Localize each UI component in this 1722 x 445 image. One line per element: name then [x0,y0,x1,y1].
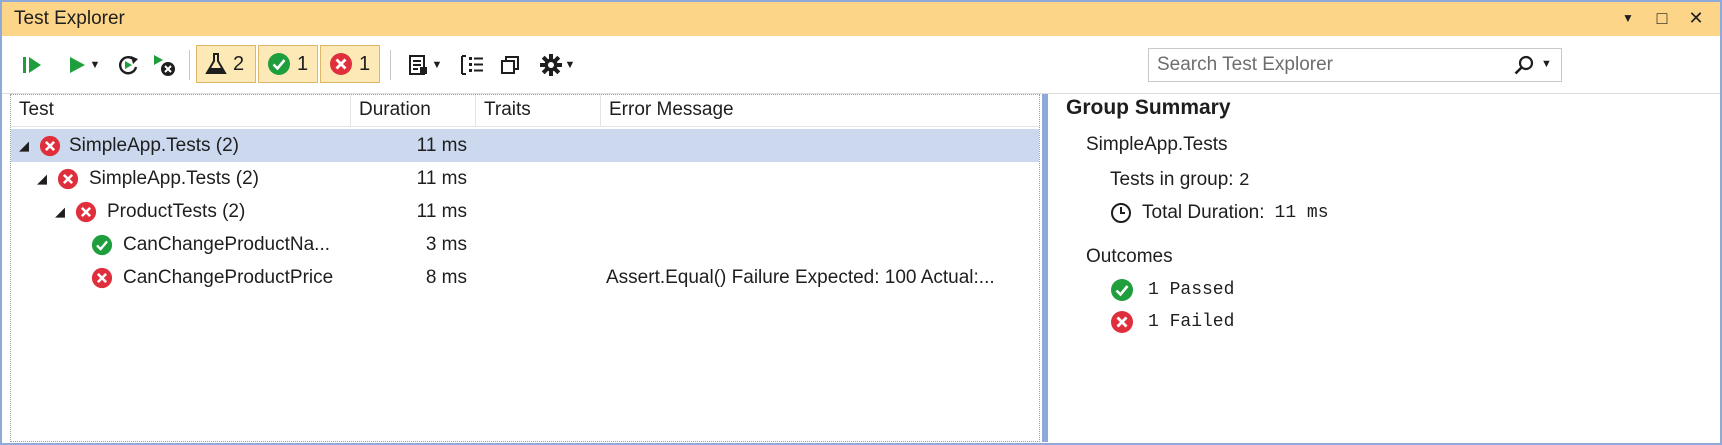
settings-button[interactable]: ▼ [532,49,582,81]
outcome-passed-label: 1 Passed [1148,280,1235,300]
copy-icon [501,56,519,74]
toolbar-separator [390,50,391,80]
test-duration: 11 ms [416,201,467,222]
test-traits [484,129,594,162]
outcome-failed-label: 1 Failed [1148,312,1235,332]
tree-row-class[interactable]: ◢ ProductTests (2) 11 ms [11,195,1039,228]
tests-in-group-label: Tests in group: [1110,169,1234,190]
summary-group-name: SimpleApp.Tests [1086,134,1228,155]
test-name: ProductTests (2) [107,201,246,222]
search-box: ▼ [1148,48,1562,82]
test-traits [484,261,594,294]
run-all-icon [23,57,41,73]
test-error-message [606,228,1036,261]
run-all-button[interactable] [18,49,46,81]
group-by-button[interactable] [458,49,486,81]
test-name: SimpleApp.Tests (2) [69,135,240,156]
search-input[interactable] [1149,49,1499,81]
tree-row-root[interactable]: ◢ SimpleApp.Tests (2) 11 ms [11,129,1039,162]
toolbar-separator [189,50,190,80]
filter-passed-button[interactable]: 1 [258,45,318,83]
run-failed-tests-button[interactable] [150,49,180,81]
filter-failed-count: 1 [359,52,371,75]
tree-row-namespace[interactable]: ◢ SimpleApp.Tests (2) 11 ms [11,162,1039,195]
check-icon [268,53,290,75]
hierarchy-icon [461,55,483,75]
failed-status-icon [91,267,113,289]
outcome-failed[interactable]: 1 Failed [1110,310,1234,334]
passed-status-icon [91,234,113,256]
test-error-message [606,129,1036,162]
filter-total-button[interactable]: 2 [196,45,256,83]
test-duration: 8 ms [425,267,467,288]
test-error-message: Assert.Equal() Failure Expected: 100 Act… [606,267,995,288]
failed-status-icon [75,201,97,223]
error-icon [330,53,352,75]
gear-icon [539,54,562,76]
test-list-grid: Test Duration Traits Error Message ◢ Sim… [10,94,1040,442]
tree-row-test[interactable]: CanChangeProductPrice 8 ms Assert.Equal(… [11,261,1039,294]
run-button[interactable]: ▼ [60,49,106,81]
summary-title: Group Summary [1066,96,1231,119]
copy-details-button[interactable] [496,49,524,81]
filter-failed-button[interactable]: 1 [320,45,380,83]
failed-status-icon [39,135,61,157]
clock-icon [1111,203,1131,223]
toolbar: ▼ 2 1 1 ▼ ▼ Search Test Explorer ▼ [2,36,1720,94]
title-bar[interactable]: Test Explorer ▼ □ ✕ [2,2,1720,36]
failed-status-icon [1111,311,1133,333]
filter-passed-count: 1 [297,52,309,75]
passed-status-icon [1111,279,1133,301]
column-header-test[interactable]: Test [11,95,351,127]
expanded-arrow-icon[interactable]: ◢ [19,129,29,162]
search-options-dropdown-icon[interactable]: ▼ [1541,58,1552,70]
window-controls: ▼ □ ✕ [1618,6,1706,30]
filter-total-count: 2 [233,52,245,75]
flask-icon [205,53,227,74]
failed-status-icon [57,168,79,190]
close-icon[interactable]: ✕ [1686,6,1706,30]
test-duration: 11 ms [416,135,467,156]
test-name: CanChangeProductPrice [123,267,334,288]
panel-splitter[interactable] [1042,94,1048,442]
tests-in-group-value: 2 [1238,171,1250,191]
test-error-message [606,195,1036,228]
window-title: Test Explorer [14,8,125,29]
expanded-arrow-icon[interactable]: ◢ [37,162,47,195]
test-duration: 3 ms [425,234,467,255]
test-explorer-window: Test Explorer ▼ □ ✕ ▼ 2 1 1 ▼ ▼ Search T… [0,0,1722,445]
column-header-duration[interactable]: Duration [351,95,476,127]
test-name: SimpleApp.Tests (2) [89,168,260,189]
total-duration: Total Duration: 11 ms [1110,202,1329,224]
total-duration-value: 11 ms [1274,203,1329,223]
tests-in-group: Tests in group: 2 [1110,169,1250,191]
expanded-arrow-icon[interactable]: ◢ [55,195,65,228]
test-traits [484,162,594,195]
window-dropdown-icon[interactable]: ▼ [1618,6,1638,30]
group-summary-panel: Group Summary SimpleApp.Tests Tests in g… [1050,94,1720,442]
playlist-icon [408,55,427,75]
test-traits [484,228,594,261]
outcome-passed[interactable]: 1 Passed [1110,278,1234,302]
search-icon[interactable] [1513,55,1535,77]
playlist-dropdown-icon[interactable]: ▼ [432,59,443,71]
repeat-last-run-button[interactable] [114,49,142,81]
run-dropdown-icon[interactable]: ▼ [90,59,101,71]
playlist-button[interactable]: ▼ [398,49,450,81]
run-failed-icon [154,55,175,76]
column-header-traits[interactable]: Traits [476,95,601,127]
repeat-run-icon [119,56,138,75]
play-icon [69,57,85,73]
test-name: CanChangeProductNa... [123,234,331,255]
settings-dropdown-icon[interactable]: ▼ [565,59,576,71]
test-duration: 11 ms [416,168,467,189]
total-duration-label: Total Duration: [1142,202,1265,223]
test-traits [484,195,594,228]
tree-row-test[interactable]: CanChangeProductNa... 3 ms [11,228,1039,261]
grid-header: Test Duration Traits Error Message [11,95,1039,127]
outcomes-label: Outcomes [1086,246,1173,267]
column-header-error-message[interactable]: Error Message [601,95,1037,127]
maximize-icon[interactable]: □ [1652,6,1672,30]
test-error-message [606,162,1036,195]
